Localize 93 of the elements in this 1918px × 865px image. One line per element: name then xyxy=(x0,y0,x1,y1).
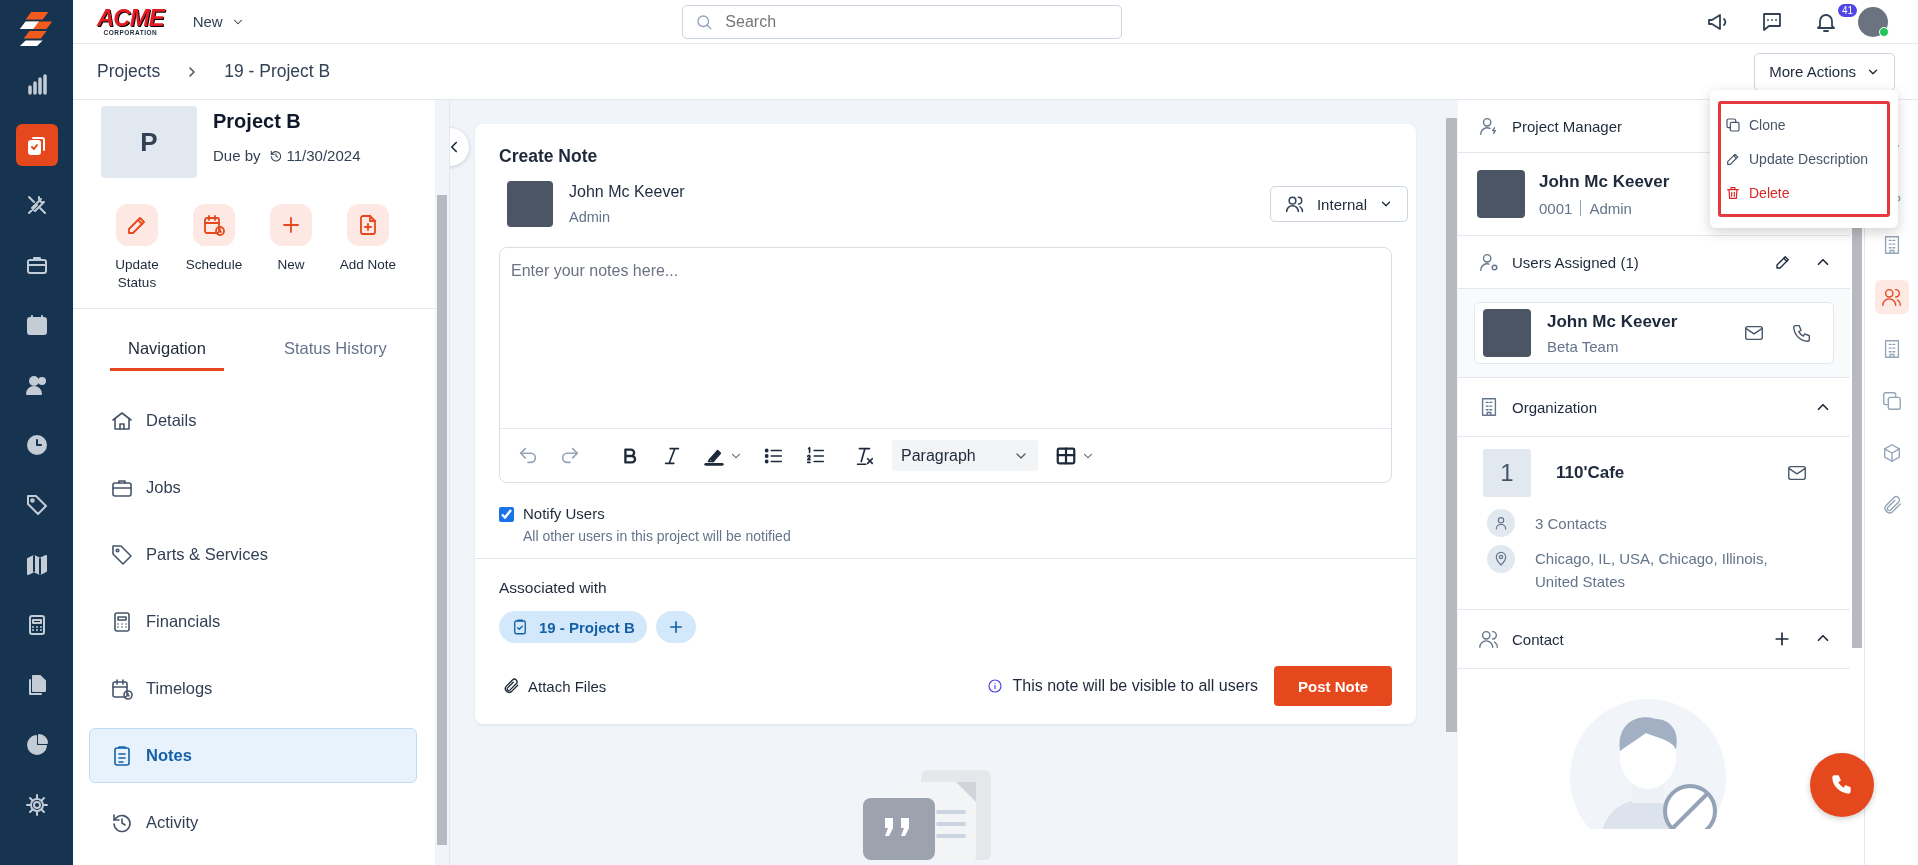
user-name: John Mc Keever xyxy=(1547,311,1678,332)
pie-chart-icon xyxy=(24,733,49,757)
section-title: Contact xyxy=(1512,630,1564,648)
users-icon xyxy=(1880,286,1903,308)
menu-item[interactable]: Update Description xyxy=(1721,142,1887,176)
author-photo-placeholder xyxy=(507,181,553,227)
project-title: Project B xyxy=(213,110,302,133)
section-label: Associated with xyxy=(499,579,608,597)
section-title: Project Manager xyxy=(1512,117,1623,135)
pencil-icon xyxy=(1725,151,1741,167)
menu-item[interactable]: Delete xyxy=(1721,176,1887,210)
panel-tab[interactable]: Navigation xyxy=(110,339,224,372)
edit-button[interactable] xyxy=(1774,253,1792,271)
manager-photo-placeholder xyxy=(1477,170,1525,218)
phone-icon xyxy=(1791,322,1813,344)
panel-shortcut-button[interactable] xyxy=(1874,280,1909,314)
clock-icon xyxy=(24,433,49,457)
add-association-button[interactable] xyxy=(655,611,696,643)
scrollbar[interactable] xyxy=(435,100,449,865)
tag-icon xyxy=(110,542,134,567)
notification-badge: 41 xyxy=(1837,3,1857,17)
team-icon xyxy=(24,373,49,397)
calendar-clock-icon xyxy=(202,213,226,237)
due-date: 11/30/2024 xyxy=(286,147,361,164)
post-note-button[interactable]: Post Note xyxy=(1274,666,1392,706)
menu-item[interactable]: Clone xyxy=(1721,108,1887,142)
breadcrumb-current: 19 - Project B xyxy=(224,61,331,82)
quick-action-button[interactable]: Update Status xyxy=(99,204,175,293)
users-icon xyxy=(1478,628,1500,650)
calendar-icon xyxy=(24,313,49,337)
author-name: John Mc Keever xyxy=(569,183,685,201)
person-icon xyxy=(1493,515,1509,531)
visibility-notice: This note will be visible to all users xyxy=(1012,677,1258,695)
call-button[interactable] xyxy=(1791,322,1813,344)
quick-action-button[interactable]: Add Note xyxy=(330,204,406,275)
search-field[interactable]: Search xyxy=(682,4,1123,39)
pencil-icon xyxy=(1774,253,1792,271)
search-input[interactable]: Search xyxy=(723,11,1110,32)
trash-icon xyxy=(1725,185,1741,201)
author-role: Admin xyxy=(569,209,612,225)
panel-tab[interactable]: Status History xyxy=(265,339,405,372)
checkbox-label: Notify Users xyxy=(523,505,606,522)
card-title: Create Note xyxy=(499,146,598,166)
user-team: Beta Team xyxy=(1547,337,1620,355)
copy-icon xyxy=(1725,117,1741,133)
contacts-count: 3 Contacts xyxy=(1535,514,1607,532)
quick-action-button[interactable]: Schedule xyxy=(176,204,252,275)
call-button[interactable] xyxy=(1810,753,1874,817)
nav-item[interactable]: Notes xyxy=(89,728,417,784)
nav-item[interactable]: Details xyxy=(89,393,417,449)
user-photo-placeholder xyxy=(1483,309,1531,357)
checkbox-hint: All other users in this project will be notified xyxy=(523,528,791,544)
nav-item[interactable]: Timelogs xyxy=(89,661,417,717)
note-editor[interactable]: Enter your notes here... Paragraph xyxy=(499,247,1392,483)
manager-id: 0001 xyxy=(1539,199,1573,217)
paperclip-icon xyxy=(502,677,520,695)
copy-icon xyxy=(1880,390,1903,412)
users-icon xyxy=(1284,194,1305,214)
manager-role: Admin xyxy=(1589,199,1632,217)
clipboard-check-icon xyxy=(511,618,529,636)
more-actions-button[interactable]: More Actions xyxy=(1754,52,1895,91)
section-title: Organization xyxy=(1512,398,1598,416)
sidebar-nav-button[interactable] xyxy=(15,124,58,166)
calendar-clock-icon xyxy=(110,676,134,701)
organization-initial-tile: 1 xyxy=(1483,449,1531,497)
section-title: Users Assigned (1) xyxy=(1512,253,1639,271)
nav-item[interactable]: Parts & Services xyxy=(89,527,417,583)
tag-icon xyxy=(24,493,49,517)
project-initial-tile: P xyxy=(101,106,197,178)
visibility-dropdown[interactable]: Internal xyxy=(1269,186,1408,222)
user-avatar[interactable] xyxy=(1858,6,1888,37)
nav-item[interactable]: Financials xyxy=(89,594,417,650)
nav-item[interactable]: Jobs xyxy=(89,460,417,516)
attach-files-button[interactable]: Attach Files xyxy=(499,674,610,698)
manager-name: John Mc Keever xyxy=(1539,171,1670,192)
search-icon xyxy=(695,12,714,31)
organization-address: Chicago, IL, USA, Chicago, Illinois, United States xyxy=(1535,549,1769,592)
breadcrumb-link[interactable]: Projects xyxy=(97,61,161,82)
block-format-dropdown[interactable]: Paragraph xyxy=(892,440,1038,471)
user-pin-icon xyxy=(1478,251,1500,273)
quick-action-button[interactable]: New xyxy=(253,204,329,275)
new-menu-button[interactable]: New xyxy=(188,9,249,34)
map-icon xyxy=(24,553,49,577)
organization-name: 110'Cafe xyxy=(1556,463,1625,483)
clock-icon xyxy=(268,148,283,163)
logo-text: ACME xyxy=(97,6,164,31)
notify-checkbox[interactable] xyxy=(499,507,514,522)
nav-item[interactable]: Activity xyxy=(89,795,417,851)
settings-icon xyxy=(24,793,49,817)
due-label: Due by xyxy=(213,147,261,164)
associated-project-chip[interactable]: 19 - Project B xyxy=(499,611,647,643)
info-icon xyxy=(986,678,1003,694)
location-pin-icon xyxy=(1493,551,1509,567)
